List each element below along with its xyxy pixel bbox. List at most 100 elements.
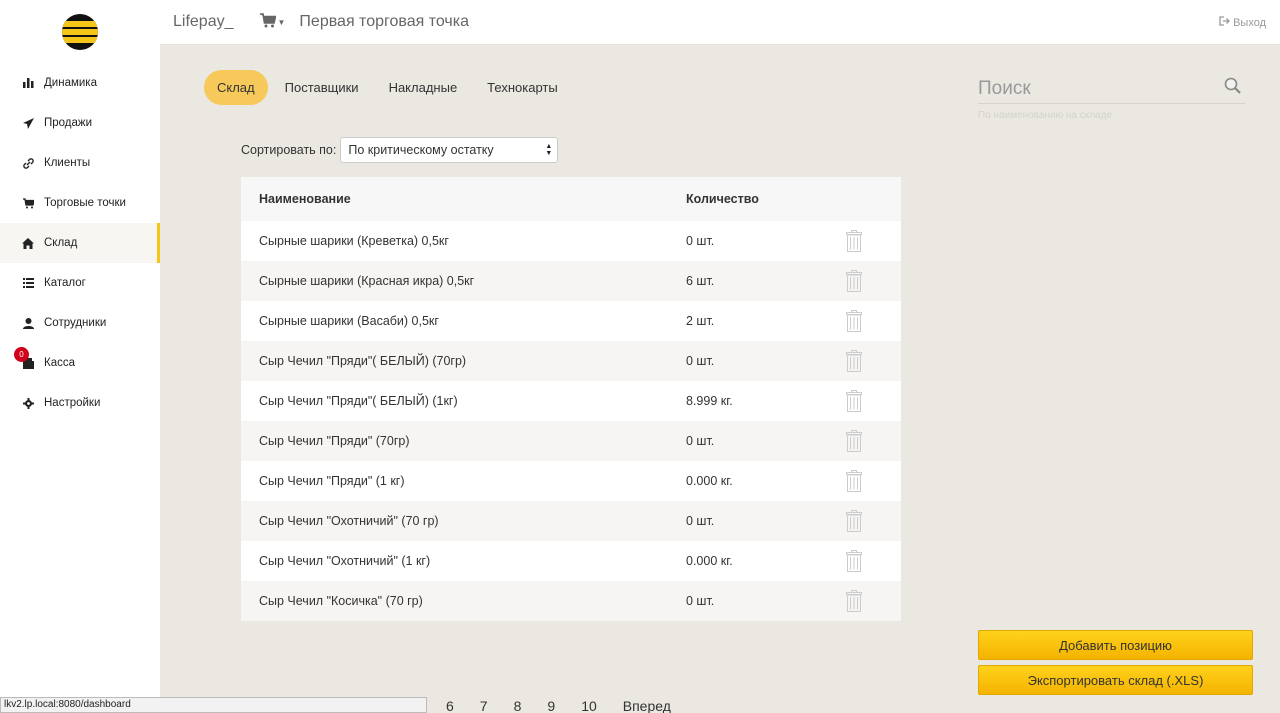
table-row[interactable]: Сыр Чечил "Охотничий" (70 гр) 0 шт. <box>241 501 901 541</box>
beeline-logo[interactable] <box>62 13 98 50</box>
table-row[interactable]: Сыр Чечил "Пряди"( БЕЛЫЙ) (1кг) 8.999 кг. <box>241 381 901 421</box>
item-quantity: 8.999 кг. <box>686 394 733 408</box>
search-hint: По наименованию на складе <box>978 110 1113 121</box>
sort-control: Сортировать по: По критическому остатку … <box>241 137 559 163</box>
item-name: Сыр Чечил "Пряди" (1 кг) <box>259 474 405 488</box>
sidebar-item-stores[interactable]: Торговые точки <box>0 183 160 223</box>
logo-container <box>0 0 160 63</box>
sidebar-item-dynamics[interactable]: Динамика <box>0 63 160 103</box>
browser-status-url: lkv2.lp.local:8080/dashboard <box>0 697 427 713</box>
page-link[interactable]: 7 <box>480 698 488 713</box>
table-row[interactable]: Сыр Чечил "Косичка" (70 гр) 0 шт. <box>241 581 901 621</box>
sidebar-item-settings[interactable]: Настройки <box>0 383 160 423</box>
cart-icon <box>259 13 277 31</box>
sort-label: Сортировать по: <box>241 143 337 157</box>
table-row[interactable]: Сыр Чечил "Охотничий" (1 кг) 0.000 кг. <box>241 541 901 581</box>
select-arrows-icon: ▲ ▼ <box>545 143 553 157</box>
sidebar-nav: Динамика Продажи Клиенты Торговые точки … <box>0 63 160 423</box>
sidebar-item-label: Сотрудники <box>44 317 107 329</box>
store-switcher[interactable]: ▼ <box>259 13 286 31</box>
tab-warehouse[interactable]: Склад <box>204 70 268 105</box>
item-name: Сыр Чечил "Охотничий" (70 гр) <box>259 514 439 528</box>
trash-icon[interactable] <box>846 590 862 612</box>
sort-select[interactable]: По критическому остатку ▲ ▼ <box>340 137 559 163</box>
table-row[interactable]: Сырные шарики (Васаби) 0,5кг 2 шт. <box>241 301 901 341</box>
sidebar-item-label: Каталог <box>44 277 86 289</box>
brand-name[interactable]: Lifepay_ <box>173 13 234 31</box>
table-row[interactable]: Сыр Чечил "Пряди"( БЕЛЫЙ) (70гр) 0 шт. <box>241 341 901 381</box>
page-link[interactable]: 8 <box>514 698 522 713</box>
sort-selected-value: По критическому остатку <box>348 143 494 157</box>
trash-icon[interactable] <box>846 510 862 532</box>
home-icon <box>22 237 34 249</box>
search-input[interactable] <box>978 74 1245 104</box>
sidebar-item-clients[interactable]: Клиенты <box>0 143 160 183</box>
item-name: Сыр Чечил "Пряди"( БЕЛЫЙ) (1кг) <box>259 394 458 408</box>
column-header-qty[interactable]: Количество <box>686 192 846 206</box>
sidebar-item-label: Продажи <box>44 117 93 129</box>
trash-icon[interactable] <box>846 470 862 492</box>
warehouse-tabs: Склад Поставщики Накладные Технокарты <box>204 70 575 105</box>
trash-icon[interactable] <box>846 390 862 412</box>
table-header: Наименование Количество <box>241 177 901 221</box>
sidebar-item-label: Настройки <box>44 397 101 409</box>
list-icon <box>22 277 34 289</box>
item-name: Сырные шарики (Красная икра) 0,5кг <box>259 274 475 288</box>
notification-badge: 0 <box>14 347 29 362</box>
item-quantity: 0 шт. <box>686 514 715 528</box>
tab-suppliers[interactable]: Поставщики <box>272 70 372 105</box>
item-name: Сыр Чечил "Пряди" (70гр) <box>259 434 410 448</box>
table-row[interactable]: Сырные шарики (Красная икра) 0,5кг 6 шт. <box>241 261 901 301</box>
trash-icon[interactable] <box>846 430 862 452</box>
store-title: Первая торговая точка <box>299 13 469 30</box>
page-link[interactable]: 6 <box>446 698 454 713</box>
item-name: Сыр Чечил "Косичка" (70 гр) <box>259 594 423 608</box>
tab-tech-cards[interactable]: Технокарты <box>474 70 571 105</box>
item-quantity: 6 шт. <box>686 274 715 288</box>
table-body: Сырные шарики (Креветка) 0,5кг 0 шт. Сырны… <box>241 221 901 621</box>
chevron-down-icon: ▼ <box>277 17 286 27</box>
logout-link[interactable]: Выход <box>1219 16 1266 29</box>
sidebar-item-employees[interactable]: Сотрудники <box>0 303 160 343</box>
item-name: Сыр Чечил "Пряди"( БЕЛЫЙ) (70гр) <box>259 354 467 368</box>
sidebar: Динамика Продажи Клиенты Торговые точки … <box>0 0 160 713</box>
trash-icon[interactable] <box>846 350 862 372</box>
sidebar-item-label: Касса <box>44 357 75 369</box>
item-quantity: 0 шт. <box>686 594 715 608</box>
tab-invoices[interactable]: Накладные <box>376 70 471 105</box>
sidebar-item-warehouse[interactable]: Склад <box>0 223 160 263</box>
search-panel: По наименованию на складе <box>978 74 1245 121</box>
item-name: Сырные шарики (Креветка) 0,5кг <box>259 234 449 248</box>
page-link[interactable]: 9 <box>547 698 555 713</box>
top-header: Lifepay_ ▼ Первая торговая точка Выход <box>160 0 1280 45</box>
column-header-name[interactable]: Наименование <box>241 192 686 206</box>
export-xls-button[interactable]: Экспортировать склад (.XLS) <box>978 665 1253 695</box>
sidebar-item-sales[interactable]: Продажи <box>0 103 160 143</box>
table-row[interactable]: Сырные шарики (Креветка) 0,5кг 0 шт. <box>241 221 901 261</box>
bar-chart-icon <box>22 77 34 89</box>
item-name: Сырные шарики (Васаби) 0,5кг <box>259 314 439 328</box>
item-quantity: 0.000 кг. <box>686 474 733 488</box>
add-item-button[interactable]: Добавить позицию <box>978 630 1253 660</box>
table-row[interactable]: Сыр Чечил "Пряди" (1 кг) 0.000 кг. <box>241 461 901 501</box>
pagination: 6 7 8 9 10 Вперед <box>446 698 697 713</box>
page-link[interactable]: 10 <box>581 698 597 713</box>
sidebar-item-label: Динамика <box>44 77 97 89</box>
item-quantity: 0 шт. <box>686 354 715 368</box>
warehouse-table: Наименование Количество Сырные шарики (К… <box>241 177 901 621</box>
trash-icon[interactable] <box>846 270 862 292</box>
trash-icon[interactable] <box>846 230 862 252</box>
sidebar-item-label: Склад <box>44 237 78 249</box>
trash-icon[interactable] <box>846 550 862 572</box>
sidebar-item-label: Торговые точки <box>44 197 126 209</box>
item-quantity: 0 шт. <box>686 434 715 448</box>
item-name: Сыр Чечил "Охотничий" (1 кг) <box>259 554 431 568</box>
search-icon[interactable] <box>1224 77 1241 94</box>
next-page-link[interactable]: Вперед <box>623 698 671 713</box>
sidebar-item-catalog[interactable]: Каталог <box>0 263 160 303</box>
item-quantity: 2 шт. <box>686 314 715 328</box>
trash-icon[interactable] <box>846 310 862 332</box>
table-row[interactable]: Сыр Чечил "Пряди" (70гр) 0 шт. <box>241 421 901 461</box>
sidebar-item-register[interactable]: 0 Касса <box>0 343 160 383</box>
user-icon <box>22 317 34 329</box>
